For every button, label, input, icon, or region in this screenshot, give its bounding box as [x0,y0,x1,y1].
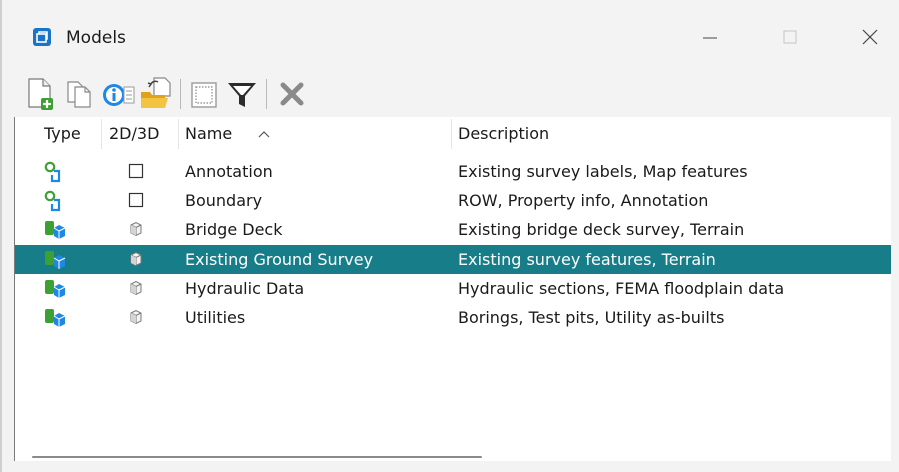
create-model-button[interactable] [24,76,60,112]
import-model-icon [141,77,171,108]
column-divider[interactable] [451,119,452,149]
select-models-button[interactable] [186,76,222,112]
minimize-button[interactable] [688,22,732,52]
title-bar[interactable]: Models [2,0,899,70]
delete-model-icon [280,82,304,106]
column-header-2d3d[interactable]: 2D/3D [109,117,159,150]
model-description: Hydraulic sections, FEMA floodplain data [458,278,785,298]
window-title: Models [66,28,126,48]
model-name: Bridge Deck [185,220,283,240]
3d-cube-icon [128,221,144,237]
toolbar-separator [180,79,181,109]
model-description: Existing survey features, Terrain [458,249,716,269]
import-model-button[interactable] [138,76,174,112]
models-dialog: Models Type 2D/3D Name Description Annot… [0,0,899,472]
model-name: Hydraulic Data [185,278,305,298]
column-divider[interactable] [101,119,102,149]
model-name: Boundary [185,191,263,211]
maximize-button[interactable] [768,22,812,52]
select-models-icon [191,82,217,108]
table-row[interactable]: Hydraulic Data Hydraulic sections, FEMA f… [15,274,891,303]
delete-model-button[interactable] [274,76,310,112]
model-properties-button[interactable] [100,76,136,112]
create-model-icon [28,78,53,110]
close-button[interactable] [848,22,892,52]
3d-model-icon [44,219,66,241]
2d-model-icon [44,161,66,183]
2d-model-icon [44,190,66,212]
model-properties-icon [103,84,135,106]
minimize-icon [703,37,717,39]
model-description: Existing survey labels, Map features [458,162,748,181]
3d-model-icon [44,278,66,300]
filter-icon [228,83,256,107]
model-name: Annotation [185,162,273,181]
models-app-icon [33,28,51,46]
copy-model-icon [67,81,91,108]
maximize-icon [783,30,797,44]
column-header-description[interactable]: Description [458,117,549,150]
table-row[interactable]: Bridge Deck Existing bridge deck survey, … [15,215,891,244]
table-row[interactable]: Utilities Borings, Test pits, Utility as-… [15,303,891,332]
model-name: Utilities [185,308,246,327]
model-description: Borings, Test pits, Utility as-builts [458,308,725,327]
column-header-name[interactable]: Name [185,117,232,150]
model-description: Existing bridge deck survey, Terrain [458,220,745,240]
table-row[interactable]: Boundary ROW, Property info, Annotation [15,186,891,215]
list-header: Type 2D/3D Name Description [15,117,891,150]
toolbar-separator [266,79,267,109]
close-icon [862,29,878,45]
3d-cube-icon [128,309,144,325]
2d-box-icon [128,192,144,208]
table-row[interactable]: Annotation Existing survey labels, Map fe… [15,157,891,186]
3d-model-icon [44,249,66,271]
model-description: ROW, Property info, Annotation [458,191,709,211]
horizontal-scrollbar-thumb[interactable] [32,456,482,458]
3d-model-icon [44,307,66,329]
copy-model-button[interactable] [62,76,98,112]
3d-cube-icon [128,280,144,296]
model-name: Existing Ground Survey [185,249,374,269]
models-list[interactable]: Type 2D/3D Name Description Annotation Ex… [14,117,891,461]
column-divider[interactable] [178,119,179,149]
filter-button[interactable] [224,76,260,112]
3d-cube-icon [128,251,144,267]
toolbar [14,70,874,118]
sort-ascending-icon [258,123,270,142]
table-row[interactable]: Existing Ground Survey Existing survey fe… [15,244,891,274]
column-header-type[interactable]: Type [44,117,81,150]
2d-box-icon [128,163,144,179]
